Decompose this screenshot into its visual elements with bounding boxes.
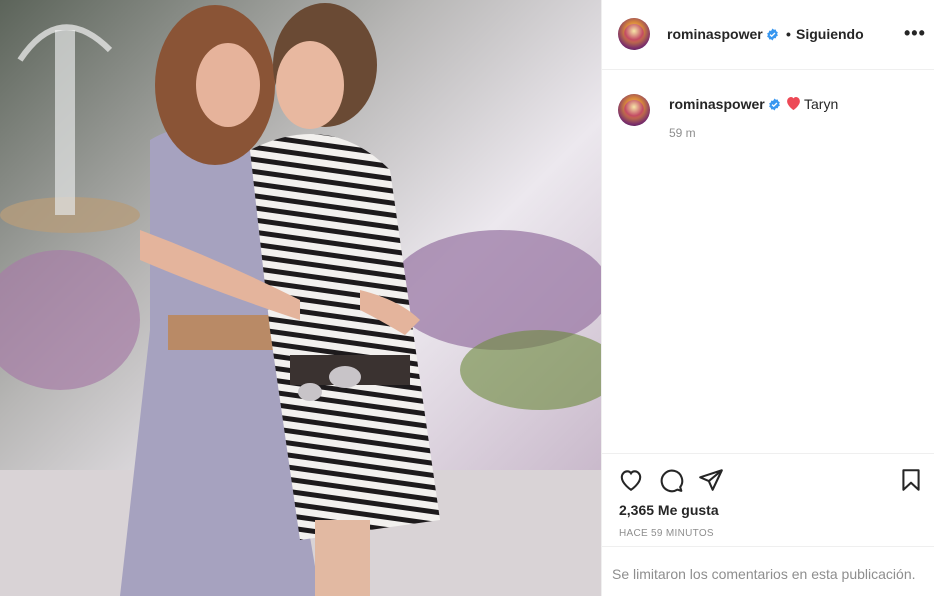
more-options-icon[interactable]: ••• [904,24,926,42]
bookmark-icon[interactable] [898,467,924,493]
post-timestamp[interactable]: HACE 59 MINUTOS [619,528,714,539]
verified-badge-icon [769,98,780,111]
comment-bubble-icon[interactable] [658,467,684,493]
post-actions-section: 2,365 Me gusta HACE 59 MINUTOS Se limita… [602,453,934,597]
paper-plane-icon[interactable] [698,467,724,493]
caption-username[interactable]: rominaspower [669,96,765,112]
separator-dot: • [786,26,791,42]
post-photo[interactable] [0,0,601,596]
post-detail-panel: rominaspower • Siguiendo ••• rominaspowe… [601,0,934,596]
caption-timestamp[interactable]: 59 m [669,126,696,140]
caption-avatar[interactable] [618,94,650,126]
following-button[interactable]: Siguiendo [796,26,864,42]
author-avatar[interactable] [618,18,650,50]
comments-limited-notice: Se limitaron los comentarios en esta pub… [612,566,916,582]
red-heart-emoji-icon [787,96,800,111]
comments-limited-bar: Se limitaron los comentarios en esta pub… [602,546,934,598]
verified-badge-icon [767,28,778,41]
heart-outline-icon[interactable] [618,467,644,493]
post-header: rominaspower • Siguiendo ••• [602,0,934,70]
author-username[interactable]: rominaspower [667,26,763,42]
like-count[interactable]: 2,365 Me gusta [619,502,719,518]
caption-text: Taryn [804,96,839,112]
